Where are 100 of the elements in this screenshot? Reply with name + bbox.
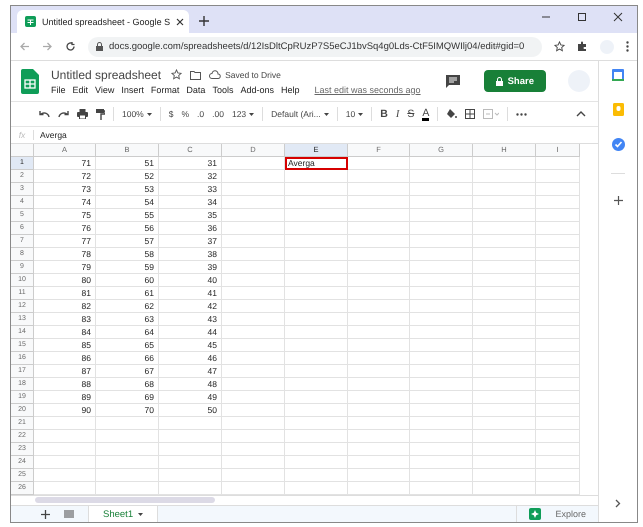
table-cell [96, 430, 159, 443]
table-cell: 59 [96, 261, 159, 274]
close-icon[interactable] [176, 18, 184, 26]
table-cell [348, 170, 410, 183]
table-cell: 32 [159, 170, 222, 183]
text-color-button[interactable]: A [422, 108, 430, 120]
caret-icon [358, 112, 364, 116]
font-dropdown[interactable]: Default (Ari... [271, 109, 329, 119]
fill-color-icon[interactable] [446, 109, 458, 119]
table-cell [536, 417, 580, 430]
table-cell [473, 209, 536, 222]
borders-icon[interactable] [465, 109, 476, 119]
table-cell [222, 391, 285, 404]
table-cell: 35 [159, 209, 222, 222]
table-cell [348, 456, 410, 469]
table-cell [536, 391, 580, 404]
last-edit-link[interactable]: Last edit was seconds ago [314, 84, 421, 94]
document-title[interactable]: Untitled spreadsheet [51, 68, 162, 82]
chevron-up-icon[interactable] [576, 111, 586, 117]
chevron-right-icon[interactable] [615, 499, 621, 508]
reload-icon[interactable] [65, 41, 76, 52]
more-icon[interactable] [516, 112, 528, 116]
table-cell [159, 443, 222, 456]
table-cell [34, 443, 96, 456]
calendar-icon[interactable] [612, 69, 624, 81]
merge-cells-icon[interactable] [483, 109, 500, 119]
table-cell [536, 456, 580, 469]
menu-item[interactable]: Tools [212, 84, 234, 94]
menu-item[interactable]: Format [150, 84, 180, 94]
browser-tab[interactable]: Untitled spreadsheet - Google S [17, 10, 189, 33]
add-icon[interactable] [614, 196, 622, 205]
new-tab-icon[interactable] [199, 16, 209, 26]
tab-title: Untitled spreadsheet - Google S [42, 16, 170, 26]
menu-item[interactable]: Help [280, 84, 300, 94]
table-cell [285, 196, 348, 209]
redo-icon[interactable] [58, 110, 69, 118]
table-cell [285, 417, 348, 430]
table-cell [96, 456, 159, 469]
table-cell [410, 183, 473, 196]
table-cell [222, 209, 285, 222]
scrollbar-thumb[interactable] [35, 497, 215, 503]
close-icon[interactable] [613, 12, 623, 22]
menu-item[interactable]: Data [186, 84, 206, 94]
address-bar[interactable]: docs.google.com/spreadsheets/d/12IsDltCpRUzP7S5eCJ1bvSq4g0Lds-CtF5IMQWIlj04/edit#gid=0 [88, 36, 542, 56]
table-cell: 71 [34, 157, 96, 170]
share-button[interactable]: Share [484, 70, 546, 92]
sheet-list-icon[interactable] [64, 510, 74, 518]
zoom-dropdown[interactable]: 100% [122, 109, 152, 119]
menu-item[interactable]: Add-ons [240, 84, 274, 94]
table-cell [285, 261, 348, 274]
formula-label: fx [11, 130, 34, 140]
sheet-tab[interactable]: Sheet1 [88, 506, 158, 522]
puzzle-icon[interactable] [577, 41, 588, 52]
percent-format-button[interactable]: % [181, 109, 190, 119]
table-cell [348, 430, 410, 443]
table-cell [348, 417, 410, 430]
print-icon[interactable] [77, 109, 88, 119]
currency-format-button[interactable]: $ [168, 109, 174, 119]
explore-button[interactable]: Explore [516, 506, 598, 522]
table-cell [96, 443, 159, 456]
sheets-logo-icon[interactable] [21, 68, 39, 94]
strikethrough-button[interactable]: S [407, 108, 414, 120]
maximize-icon[interactable] [577, 12, 587, 22]
table-cell [410, 170, 473, 183]
table-cell [473, 365, 536, 378]
font-size-dropdown[interactable]: 10 [346, 109, 364, 119]
more-icon[interactable] [626, 41, 629, 52]
table-cell [159, 417, 222, 430]
table-cell: 38 [159, 248, 222, 261]
table-cell [410, 196, 473, 209]
tasks-icon[interactable] [612, 138, 624, 151]
table-cell [348, 235, 410, 248]
add-sheet-icon[interactable] [41, 510, 50, 518]
table-cell [348, 313, 410, 326]
table-cell [536, 196, 580, 209]
table-cell [410, 456, 473, 469]
paint-format-icon[interactable] [96, 108, 105, 120]
star-icon[interactable] [554, 41, 565, 52]
table-cell: 61 [96, 287, 159, 300]
menu-item[interactable]: Insert [121, 84, 144, 94]
menu-item[interactable]: View [95, 84, 114, 94]
menu-item[interactable]: Edit [72, 84, 88, 94]
undo-icon[interactable] [39, 110, 50, 118]
increase-decimals-button[interactable]: .00 [212, 109, 224, 119]
table-cell: 89 [34, 391, 96, 404]
folder-icon[interactable] [190, 70, 202, 80]
table-cell: 56 [96, 222, 159, 235]
table-cell: 31 [159, 157, 222, 170]
comment-icon[interactable] [446, 74, 460, 88]
menu-item[interactable]: File [51, 84, 66, 94]
table-cell [410, 469, 473, 482]
italic-button[interactable]: I [396, 108, 400, 120]
active-cell[interactable]: Averga [285, 157, 348, 170]
star-icon[interactable] [171, 69, 182, 80]
table-cell [222, 261, 285, 274]
bold-button[interactable]: B [380, 108, 388, 120]
table-cell: 55 [96, 209, 159, 222]
formula-input[interactable]: Averga [40, 130, 67, 140]
number-format-dropdown[interactable]: 123 [232, 109, 254, 119]
decrease-decimals-button[interactable]: .0 [197, 109, 204, 119]
